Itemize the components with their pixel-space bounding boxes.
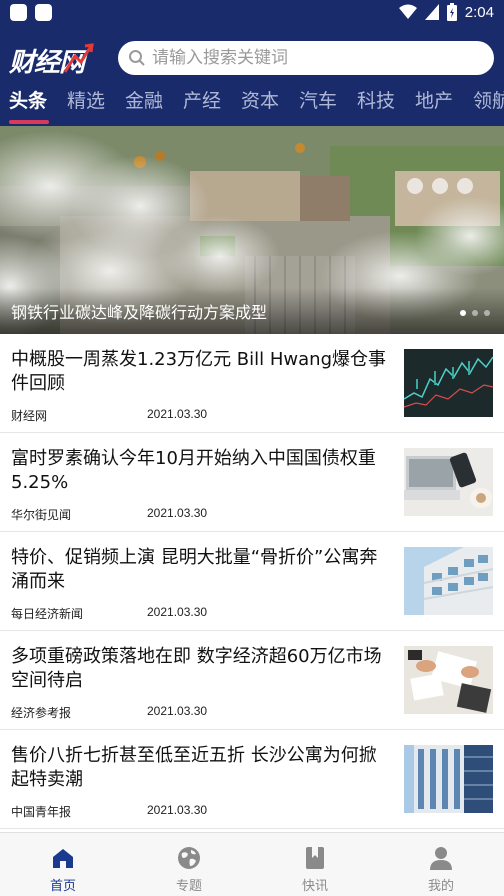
nav-profile[interactable]: 我的 xyxy=(378,833,504,896)
tab-realestate[interactable]: 地产 xyxy=(415,86,453,126)
news-date: 2021.03.30 xyxy=(147,605,208,619)
news-thumbnail[interactable] xyxy=(404,448,493,516)
status-bar: 2:04 xyxy=(0,0,504,26)
news-thumbnail[interactable] xyxy=(404,349,493,417)
news-date: 2021.03.30 xyxy=(147,506,208,520)
news-item[interactable]: 多项重磅政策落地在即 数字经济超60万亿市场空间待启 经济参考报 2021.03… xyxy=(0,631,504,730)
apartment-building-image xyxy=(404,547,493,615)
nav-label: 快讯 xyxy=(301,879,328,894)
tab-industry[interactable]: 产经 xyxy=(183,86,221,126)
news-title[interactable]: 特价、促销频上演 昆明大批量“骨折价”公寓奔涌而来 xyxy=(11,546,391,594)
nav-topics[interactable]: 专题 xyxy=(126,833,252,896)
news-source: 华尔街见闻 xyxy=(11,508,72,522)
logo-text: 财经网 xyxy=(9,48,89,78)
search-input[interactable] xyxy=(152,41,482,75)
news-item[interactable]: 富时罗素确认今年10月开始纳入中国国债权重5.25% 华尔街见闻 2021.03… xyxy=(0,433,504,532)
wifi-icon xyxy=(398,4,417,19)
nav-flash[interactable]: 快讯 xyxy=(252,833,378,896)
news-item[interactable]: 售价八折七折甚至低至近五折 长沙公寓为何掀起特卖潮 中国青年报 2021.03.… xyxy=(0,730,504,829)
news-item[interactable]: 特价、促销频上演 昆明大批量“骨折价”公寓奔涌而来 每日经济新闻 2021.03… xyxy=(0,532,504,631)
status-notification-icons xyxy=(10,4,52,21)
tab-leaders[interactable]: 领航 xyxy=(473,86,504,126)
nav-label: 我的 xyxy=(427,879,454,894)
laptop-phone-image xyxy=(404,448,493,516)
status-time: 2:04 xyxy=(464,3,494,21)
logo-graphic: 财经网 xyxy=(8,43,94,78)
banner-caption[interactable]: 钢铁行业碳达峰及降碳行动方案成型 xyxy=(11,299,267,323)
notification-icon xyxy=(35,4,52,21)
news-thumbnail[interactable] xyxy=(404,547,493,615)
search-icon xyxy=(129,50,145,66)
nav-label: 首页 xyxy=(49,879,76,894)
tower-building-image xyxy=(404,745,493,813)
search-box[interactable] xyxy=(118,41,494,75)
carousel-indicators xyxy=(460,310,490,316)
nav-label: 专题 xyxy=(175,879,202,894)
active-tab-indicator xyxy=(9,120,49,124)
news-date: 2021.03.30 xyxy=(147,803,208,817)
news-source: 经济参考报 xyxy=(11,706,72,720)
bottom-navigation: 首页 专题 快讯 我的 xyxy=(0,832,504,896)
carousel-dot[interactable] xyxy=(484,310,490,316)
news-thumbnail[interactable] xyxy=(404,745,493,813)
news-item[interactable]: 中概股一周蒸发1.23万亿元 Bill Hwang爆仓事件回顾 财经网 2021… xyxy=(0,334,504,433)
news-title[interactable]: 中概股一周蒸发1.23万亿元 Bill Hwang爆仓事件回顾 xyxy=(11,348,391,396)
news-source: 每日经济新闻 xyxy=(11,607,84,621)
banner-carousel[interactable]: 钢铁行业碳达峰及降碳行动方案成型 xyxy=(0,126,504,334)
tab-tech[interactable]: 科技 xyxy=(357,86,395,126)
tab-finance[interactable]: 金融 xyxy=(125,86,163,126)
tab-featured[interactable]: 精选 xyxy=(67,86,105,126)
category-tabs: 头条 精选 金融 产经 资本 汽车 科技 地产 领航 xyxy=(0,86,504,126)
news-source: 中国青年报 xyxy=(11,805,72,819)
news-date: 2021.03.30 xyxy=(147,704,208,718)
news-source: 财经网 xyxy=(11,409,48,423)
home-icon xyxy=(53,849,73,868)
stock-chart-image xyxy=(404,349,493,417)
globe-icon xyxy=(178,847,200,869)
signal-icon xyxy=(424,4,439,20)
news-date: 2021.03.30 xyxy=(147,407,208,421)
nav-home[interactable]: 首页 xyxy=(0,833,126,896)
user-icon xyxy=(430,847,452,870)
app-header: 财经网 头条 精选 金融 产经 资本 汽车 科技 地产 领航 xyxy=(0,26,504,126)
carousel-dot[interactable] xyxy=(460,310,466,316)
news-title[interactable]: 富时罗素确认今年10月开始纳入中国国债权重5.25% xyxy=(11,447,391,495)
notification-icon xyxy=(10,4,27,21)
carousel-dot[interactable] xyxy=(472,310,478,316)
tab-auto[interactable]: 汽车 xyxy=(299,86,337,126)
battery-icon xyxy=(446,3,457,21)
news-title[interactable]: 售价八折七折甚至低至近五折 长沙公寓为何掀起特卖潮 xyxy=(11,744,391,792)
news-thumbnail[interactable] xyxy=(404,646,493,714)
news-title[interactable]: 多项重磅政策落地在即 数字经济超60万亿市场空间待启 xyxy=(11,645,391,693)
bookmark-icon xyxy=(306,847,324,869)
app-logo[interactable]: 财经网 xyxy=(8,42,95,80)
tab-capital[interactable]: 资本 xyxy=(241,86,279,126)
desk-work-image xyxy=(404,646,493,714)
